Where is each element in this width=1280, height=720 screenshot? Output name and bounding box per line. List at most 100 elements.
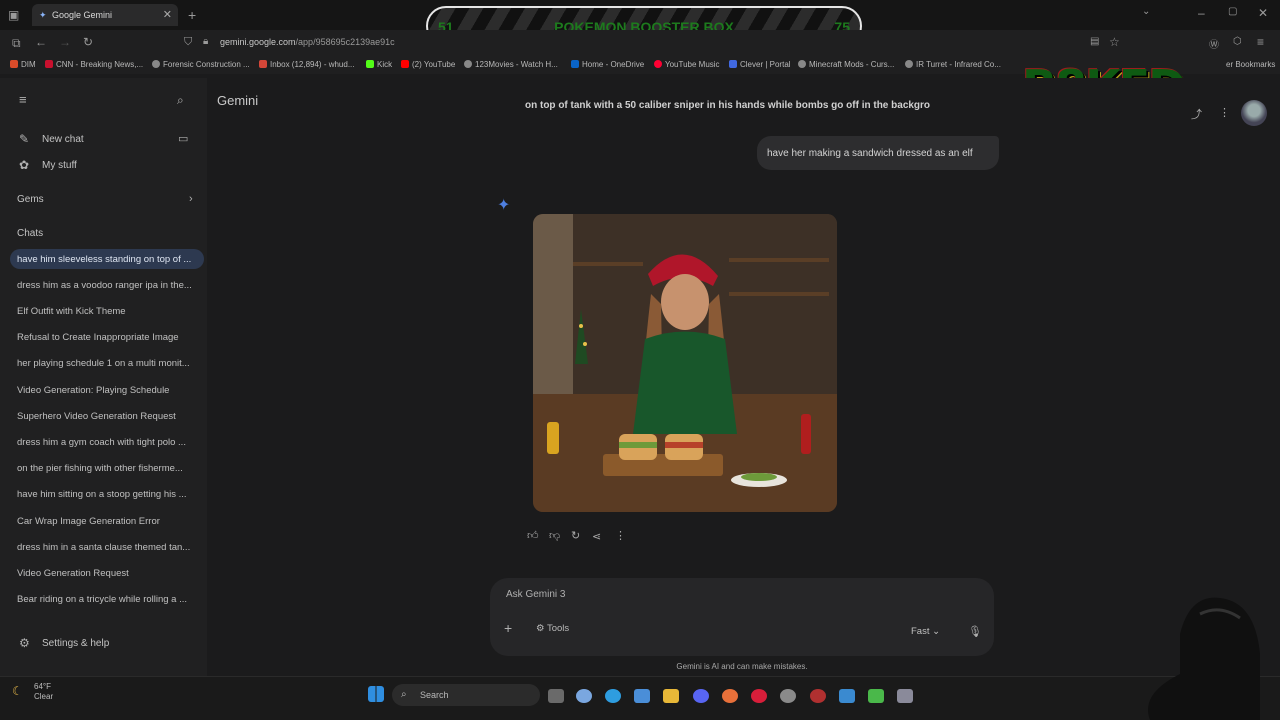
settings-label: Settings & help <box>42 638 110 649</box>
temporary-chat-icon[interactable]: ▭ <box>178 132 188 145</box>
forward-icon[interactable]: → <box>59 35 71 49</box>
reader-icon[interactable]: ▤ <box>1090 36 1099 47</box>
tab-close-icon[interactable]: ✕ <box>163 8 172 21</box>
tab-actions-icon[interactable]: ▣ <box>8 8 19 22</box>
main-panel: Gemini ⤴ ⋮ on top of tank with a 50 cali… <box>207 78 1280 676</box>
chat-list-item[interactable]: Video Generation Request <box>10 563 204 583</box>
generated-image[interactable] <box>533 214 837 512</box>
photos-icon[interactable] <box>839 689 855 703</box>
url-path: /app/958695c2139ae91c <box>295 37 395 47</box>
moon-icon: ☾ <box>12 684 23 698</box>
settings-app-icon[interactable] <box>780 689 796 703</box>
search-icon: ⌕ <box>401 689 407 700</box>
address-bar[interactable]: gemini.google.com/app/958695c2139ae91c <box>220 37 395 47</box>
browser-tab-gemini[interactable]: ✦ Google Gemini ✕ <box>32 4 178 26</box>
prompt-composer[interactable]: Ask Gemini 3 + ⚙ Tools Fast ⌄ 🎙︎ <box>490 578 994 656</box>
edit-pencil-icon: ✎ <box>19 132 30 146</box>
other-bookmarks[interactable]: er Bookmarks <box>1226 60 1275 69</box>
bookmark-item[interactable]: Kick <box>366 60 392 69</box>
tools-button[interactable]: ⚙ Tools <box>536 623 569 634</box>
chat-list-item[interactable]: Superhero Video Generation Request <box>10 406 204 426</box>
user-message-bubble: have her making a sandwich dressed as an… <box>757 136 999 170</box>
gear-icon: ⚙ <box>19 636 30 650</box>
play-app-icon[interactable] <box>868 689 884 703</box>
chevron-right-icon: › <box>189 193 193 205</box>
hamburger-menu-icon[interactable]: ≡ <box>19 92 27 107</box>
search-icon[interactable]: ⌕ <box>177 93 184 108</box>
chat-list-item[interactable]: dress him in a santa clause themed tan..… <box>10 537 204 557</box>
weather-condition: Clear <box>34 692 54 701</box>
microphone-icon[interactable]: 🎙︎ <box>968 625 982 638</box>
gemini-sparkle-icon: ✦ <box>497 197 511 214</box>
more-vert-icon[interactable]: ⋮ <box>615 529 626 542</box>
firefox-icon[interactable] <box>722 689 738 703</box>
thumbs-down-icon[interactable]: 👎︎ <box>549 529 560 542</box>
chat-list-item[interactable]: on the pier fishing with other fisherme.… <box>10 458 204 478</box>
chat-list-item[interactable]: have him sitting on a stoop getting his … <box>10 484 204 504</box>
windows-start-icon[interactable] <box>368 686 384 702</box>
chat-list-item[interactable]: Car Wrap Image Generation Error <box>10 511 204 531</box>
avatar[interactable] <box>1241 100 1267 126</box>
reload-icon[interactable]: ↻ <box>83 35 93 49</box>
chat-list-item[interactable]: have him sleeveless standing on top of .… <box>10 249 204 269</box>
shield-icon[interactable]: ⛉ <box>184 36 192 49</box>
workspaces-icon[interactable]: ⧉ <box>12 36 21 51</box>
chat-list-item[interactable]: Video Generation: Playing Schedule <box>10 380 204 400</box>
prompt-input[interactable]: Ask Gemini 3 <box>506 589 565 600</box>
discord-icon[interactable] <box>693 689 709 703</box>
chat-list-item[interactable]: Refusal to Create Inappropriate Image <box>10 327 204 347</box>
bookmark-star-icon[interactable]: ☆ <box>1109 35 1120 49</box>
bookmark-item[interactable]: CNN - Breaking News,... <box>45 60 143 69</box>
bookmark-item[interactable]: Forensic Construction ... <box>152 60 250 69</box>
bookmark-item[interactable]: Inbox (12,894) - whud... <box>259 60 355 69</box>
close-window-button[interactable]: ✕ <box>1258 6 1268 20</box>
bookmark-item[interactable]: YouTube Music <box>654 60 720 69</box>
menu-icon[interactable]: ≡ <box>1257 35 1264 49</box>
tools-label: Tools <box>546 623 570 634</box>
new-tab-button[interactable]: + <box>188 7 196 23</box>
bookmark-item[interactable]: Minecraft Mods - Curs... <box>798 60 894 69</box>
lock-icon[interactable]: 🔒︎ <box>203 36 208 47</box>
bookmark-item[interactable]: (2) YouTube <box>401 60 455 69</box>
profile-w-icon[interactable]: Ⓦ <box>1209 36 1219 51</box>
chat-list-item[interactable]: her playing schedule 1 on a multi monit.… <box>10 353 204 373</box>
bookmark-item[interactable]: 123Movies - Watch H... <box>464 60 558 69</box>
elf-sandwich-illustration <box>533 214 837 512</box>
maximize-button[interactable]: ▢ <box>1228 6 1237 17</box>
bookmark-item[interactable]: IR Turret - Infrared Co... <box>905 60 1001 69</box>
bookmark-item[interactable]: Clever | Portal <box>729 60 791 69</box>
share-icon[interactable]: ⤴ <box>1191 106 1202 122</box>
back-icon[interactable]: ← <box>35 35 47 49</box>
share-icon[interactable]: ⋖ <box>592 530 601 543</box>
bookmark-item[interactable]: Home - OneDrive <box>571 60 644 69</box>
chat-list-item[interactable]: Bear riding on a tricycle while rolling … <box>10 589 204 609</box>
chat-list-item[interactable]: Elf Outfit with Kick Theme <box>10 301 204 321</box>
file-explorer-icon[interactable] <box>663 689 679 703</box>
task-view-icon[interactable] <box>548 689 564 703</box>
page-title: Gemini <box>217 93 259 108</box>
taskbar-search-label: Search <box>420 690 449 700</box>
thumbs-up-icon[interactable]: 👍︎ <box>527 529 539 542</box>
more-vert-icon[interactable]: ⋮ <box>1219 106 1230 119</box>
chevron-down-icon: ⌄ <box>932 626 941 637</box>
taskbar-search[interactable]: ⌕ Search <box>392 684 540 706</box>
model-mode-select[interactable]: Fast ⌄ <box>911 626 940 637</box>
chat-list-item[interactable]: dress him as a voodoo ranger ipa in the.… <box>10 275 204 295</box>
tab-search-chevron-icon[interactable]: ⌄ <box>1142 6 1150 17</box>
app-icon[interactable] <box>810 689 826 703</box>
extensions-icon[interactable]: ⬡ <box>1233 36 1242 47</box>
media-player-icon[interactable] <box>751 689 767 703</box>
add-attachment-icon[interactable]: + <box>504 620 512 636</box>
sidebar: ≡ ⌕ ✎ New chat ▭ ✿ My stuff Gems › Chats… <box>0 78 207 676</box>
store-icon[interactable] <box>634 689 650 703</box>
disclaimer-text: Gemini is AI and can make mistakes. <box>676 662 808 671</box>
calculator-icon[interactable] <box>897 689 913 703</box>
minimize-button[interactable]: – <box>1198 6 1205 20</box>
copilot-icon[interactable] <box>576 689 592 703</box>
bookmark-item[interactable]: DIM <box>10 60 36 69</box>
edge-icon[interactable] <box>605 689 621 703</box>
chat-list-item[interactable]: dress him a gym coach with tight polo ..… <box>10 432 204 452</box>
regenerate-icon[interactable]: ↻ <box>571 529 580 542</box>
browser-nav-bar: ⧉ ← → ↻ ⛉ 🔒︎ gemini.google.com/app/95869… <box>0 30 1280 58</box>
url-host: gemini.google.com <box>220 37 296 47</box>
